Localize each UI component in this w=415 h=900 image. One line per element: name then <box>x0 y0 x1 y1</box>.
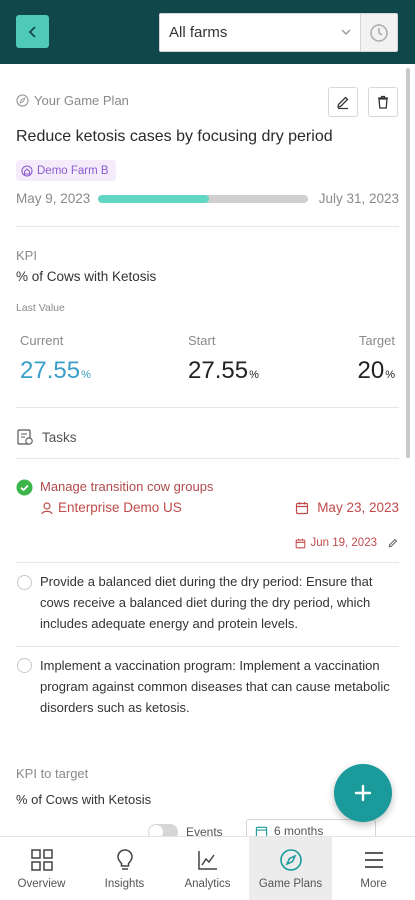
time-progress-fill <box>98 195 210 203</box>
farm-badge: Demo Farm B <box>16 160 116 181</box>
back-button[interactable] <box>16 15 49 48</box>
divider <box>16 562 399 563</box>
pencil-icon[interactable] <box>387 537 399 549</box>
clock-icon <box>370 23 388 42</box>
current-value: 27.55% <box>20 357 91 384</box>
target-label: Target <box>358 333 395 348</box>
plus-icon <box>354 784 372 802</box>
barn-icon <box>21 164 33 177</box>
last-value-label: Last Value <box>16 302 65 314</box>
task-checkbox[interactable] <box>17 658 32 673</box>
game-plan-content[interactable]: Your Game Plan Reduce ketosis cases by f… <box>0 64 415 836</box>
current-label: Current <box>20 333 64 348</box>
time-progress-bar <box>98 195 308 203</box>
divider <box>16 407 399 408</box>
chevron-left-icon <box>28 25 36 38</box>
add-button[interactable] <box>334 764 392 822</box>
divider <box>16 646 399 647</box>
target-value: 20% <box>357 357 395 384</box>
bottom-nav: Overview Insights Analytics Game Plans M… <box>0 836 415 900</box>
divider <box>16 458 399 459</box>
game-plan-title: Reduce ketosis cases by focusing dry per… <box>16 128 333 145</box>
task-text[interactable]: Provide a balanced diet during the dry p… <box>40 571 404 634</box>
date-range: May 9, 2023 July 31, 2023 <box>16 191 399 209</box>
game-plan-section-label: Your Game Plan <box>16 93 129 108</box>
kpi-name: % of Cows with Ketosis <box>16 269 157 284</box>
task-owner: Enterprise Demo US <box>40 500 182 515</box>
kpi-to-target-label: KPI to target <box>16 766 89 781</box>
user-icon <box>41 501 53 514</box>
events-toggle-row: Events <box>148 824 223 836</box>
compass-icon <box>16 94 29 107</box>
task-due-date: May 23, 2023 <box>295 500 399 515</box>
calendar-icon <box>296 501 309 514</box>
task-completed-date: Jun 19, 2023 <box>295 537 399 549</box>
trash-icon <box>378 95 388 109</box>
nav-overview[interactable]: Overview <box>0 837 83 900</box>
calendar-icon <box>255 826 268 836</box>
pencil-icon <box>337 96 349 110</box>
calendar-icon <box>296 538 306 548</box>
period-select[interactable]: 6 months <box>246 819 376 836</box>
top-bar: All farms <box>0 0 415 64</box>
task-checkbox[interactable] <box>17 575 32 590</box>
farm-select-value: All farms <box>169 24 228 41</box>
start-value: 27.55% <box>188 357 259 384</box>
start-label: Start <box>188 333 216 348</box>
kpi-label: KPI <box>16 248 37 263</box>
lightbulb-icon <box>116 849 133 870</box>
divider <box>16 226 399 227</box>
scrollbar[interactable] <box>406 68 410 458</box>
kpi-to-target-name: % of Cows with Ketosis <box>16 792 152 807</box>
end-date: July 31, 2023 <box>318 191 399 206</box>
events-toggle[interactable] <box>148 824 178 836</box>
analytics-icon <box>197 851 217 870</box>
delete-game-plan-button[interactable] <box>368 87 398 117</box>
menu-icon <box>364 852 383 868</box>
task-list-icon <box>17 429 33 445</box>
overview-icon <box>30 849 53 871</box>
nav-game-plans[interactable]: Game Plans <box>249 837 332 900</box>
check-circle-icon[interactable] <box>16 479 33 496</box>
tasks-heading: Tasks <box>16 428 77 446</box>
task-title[interactable]: Manage transition cow groups <box>40 479 213 494</box>
farm-select[interactable]: All farms <box>159 13 361 52</box>
nav-more[interactable]: More <box>332 837 415 900</box>
history-button[interactable] <box>360 13 398 52</box>
start-date: May 9, 2023 <box>16 191 91 206</box>
chevron-down-icon <box>341 29 351 35</box>
task-text[interactable]: Implement a vaccination program: Impleme… <box>40 655 404 718</box>
edit-game-plan-button[interactable] <box>328 87 358 117</box>
nav-analytics[interactable]: Analytics <box>166 837 249 900</box>
nav-insights[interactable]: Insights <box>83 837 166 900</box>
compass-icon <box>279 849 302 871</box>
